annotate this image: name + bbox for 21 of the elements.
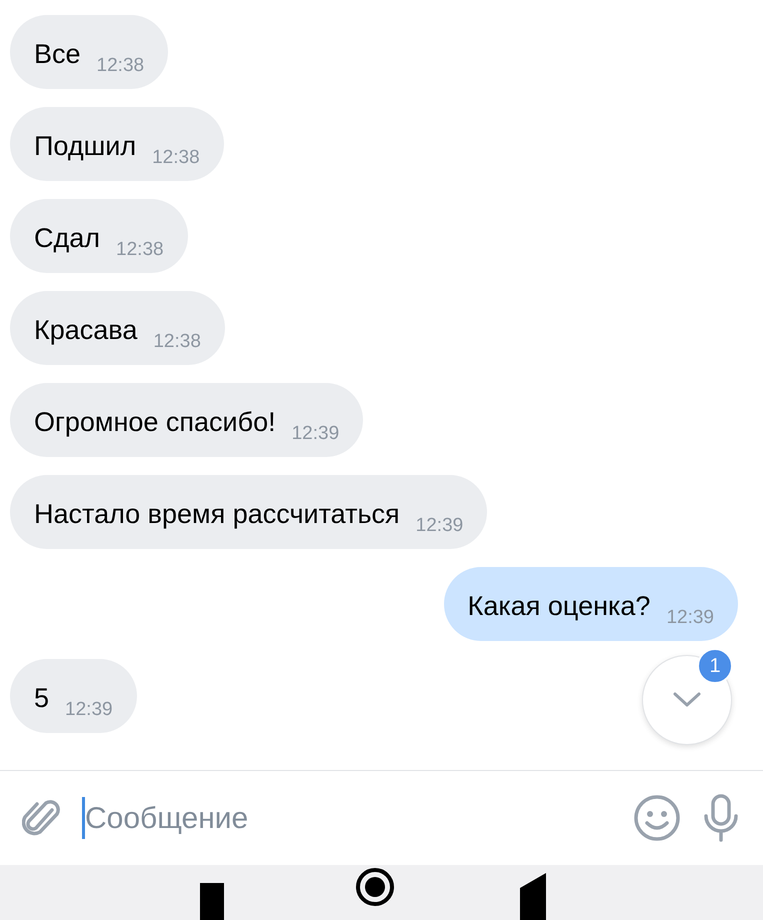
message-time: 12:39: [292, 424, 340, 443]
message-text: Настало время рассчитаться: [34, 498, 400, 530]
message-text: Красава: [34, 314, 138, 346]
message-time: 12:39: [416, 516, 464, 535]
message-time: 12:39: [65, 700, 113, 719]
message-time: 12:38: [152, 148, 200, 167]
unread-count: 1: [697, 648, 733, 684]
message-text: Подшил: [34, 130, 136, 162]
message-text: Сдал: [34, 222, 100, 254]
text-cursor-icon: [82, 797, 85, 839]
message-time: 12:38: [153, 332, 201, 351]
chevron-down-icon: [673, 692, 701, 708]
message-text: Все: [34, 38, 81, 70]
message-text: 5: [34, 682, 50, 714]
back-icon[interactable]: [518, 873, 548, 920]
message-time: 12:38: [116, 240, 164, 259]
message-text: Какая оценка?: [468, 590, 650, 622]
message-time: 12:39: [666, 608, 714, 627]
message-time: 12:38: [96, 56, 144, 75]
emoji-icon[interactable]: [633, 794, 681, 842]
message-text: Огромное спасибо!: [34, 406, 276, 438]
